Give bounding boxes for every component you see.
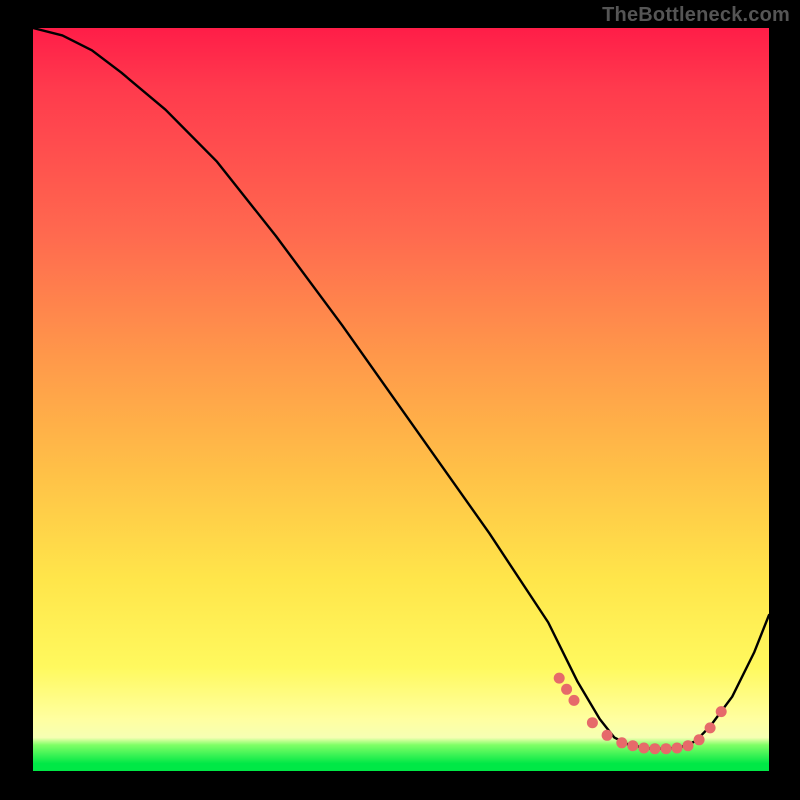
- highlight-dot: [661, 743, 672, 754]
- highlight-dot: [561, 684, 572, 695]
- highlight-dot: [587, 717, 598, 728]
- highlight-dot: [705, 722, 716, 733]
- highlight-dot: [672, 743, 683, 754]
- highlight-dot: [683, 740, 694, 751]
- highlight-dot: [716, 706, 727, 717]
- plot-area: [33, 28, 769, 771]
- chart-frame: TheBottleneck.com: [0, 0, 800, 800]
- watermark-text: TheBottleneck.com: [602, 4, 790, 27]
- bottleneck-curve: [33, 28, 769, 749]
- highlight-dot: [638, 743, 649, 754]
- highlight-dot: [616, 737, 627, 748]
- curve-svg: [33, 28, 769, 771]
- highlight-dot: [694, 734, 705, 745]
- highlight-dot: [569, 695, 580, 706]
- highlight-dot: [554, 673, 565, 684]
- highlight-dot: [602, 730, 613, 741]
- highlight-dot: [649, 743, 660, 754]
- highlight-dot: [627, 740, 638, 751]
